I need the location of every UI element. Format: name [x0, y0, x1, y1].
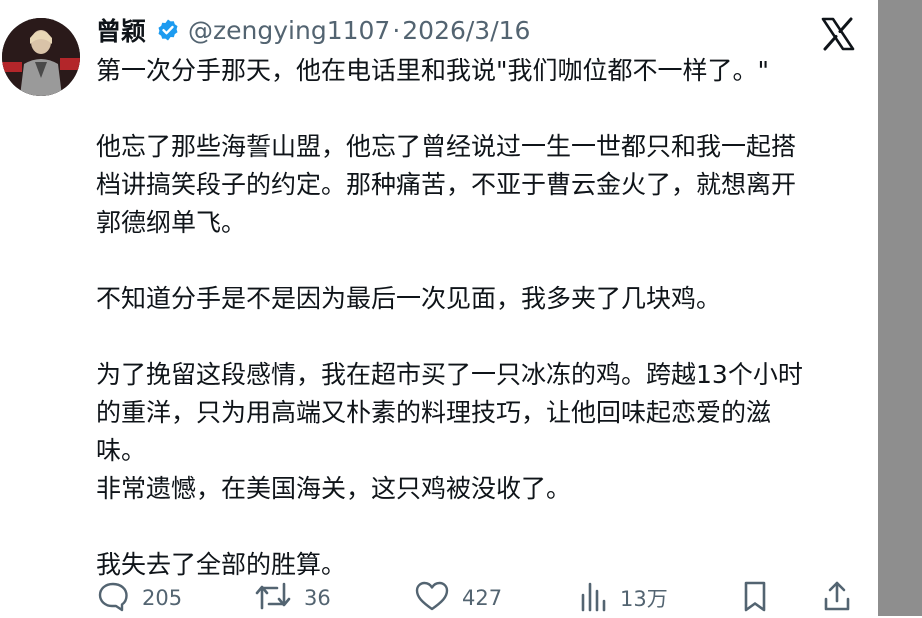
- post-line: 非常遗憾，在美国海关，这只鸡被没收了。: [96, 474, 572, 503]
- like-button[interactable]: 427: [414, 580, 502, 616]
- post-line: 我失去了全部的胜算。: [96, 550, 347, 579]
- author-handle[interactable]: @zengying1107: [188, 16, 390, 45]
- action-bar: 205 36 427 13万: [96, 580, 856, 616]
- repost-button[interactable]: 36: [254, 580, 331, 616]
- reply-icon: [96, 579, 130, 618]
- bookmark-button[interactable]: [741, 580, 769, 616]
- post-line: 味。: [96, 436, 147, 465]
- post-paragraph-2: 他忘了那些海誓山盟，他忘了曾经说过一生一世都只和我一起搭 档讲搞笑段子的约定。那…: [96, 128, 856, 242]
- avatar[interactable]: [2, 18, 80, 96]
- scrollbar-track[interactable]: [878, 0, 922, 616]
- views-count: 13万: [620, 587, 668, 611]
- post-paragraph-3: 不知道分手是不是因为最后一次见面，我多夹了几块鸡。: [96, 280, 856, 318]
- views-button[interactable]: 13万: [578, 580, 668, 616]
- views-bar-chart-icon: [578, 579, 608, 618]
- heart-icon: [414, 579, 450, 618]
- post-line: 他忘了那些海誓山盟，他忘了曾经说过一生一世都只和我一起搭: [96, 132, 797, 161]
- post-paragraph-4: 为了挽留这段感情，我在超市买了一只冰冻的鸡。跨越13个小时 的重洋，只为用高端又…: [96, 356, 856, 508]
- header-separator: ·: [392, 15, 401, 45]
- like-count: 427: [462, 586, 503, 610]
- post-date[interactable]: 2026/3/16: [402, 16, 530, 45]
- verified-badge-icon: [156, 18, 180, 42]
- post-header: 曾颖 @zengying1107 · 2026/3/16: [96, 8, 530, 52]
- post-body: 第一次分手那天，他在电话里和我说"我们咖位都不一样了。" 他忘了那些海誓山盟，他…: [96, 52, 856, 584]
- share-button[interactable]: [822, 580, 852, 616]
- share-icon: [822, 579, 852, 618]
- x-logo-icon[interactable]: [820, 16, 856, 52]
- reply-count: 205: [142, 586, 183, 610]
- reply-button[interactable]: 205: [96, 580, 182, 616]
- post-line: 的重洋，只为用高端又朴素的料理技巧，让他回味起恋爱的滋: [96, 398, 772, 427]
- repost-icon: [254, 579, 292, 618]
- bookmark-icon: [741, 579, 769, 618]
- post-line: 郭德纲单飞。: [96, 208, 247, 237]
- post-line: 为了挽留这段感情，我在超市买了一只冰冻的鸡。跨越13个小时: [96, 360, 803, 389]
- author-name[interactable]: 曾颖: [96, 12, 146, 48]
- repost-count: 36: [304, 586, 331, 610]
- post-paragraph-1: 第一次分手那天，他在电话里和我说"我们咖位都不一样了。": [96, 52, 856, 90]
- post-line: 第一次分手那天，他在电话里和我说"我们咖位都不一样了。": [96, 56, 770, 85]
- post-line: 档讲搞笑段子的约定。那种痛苦，不亚于曹云金火了，就想离开: [96, 170, 797, 199]
- post-line: 不知道分手是不是因为最后一次见面，我多夹了几块鸡。: [96, 284, 722, 313]
